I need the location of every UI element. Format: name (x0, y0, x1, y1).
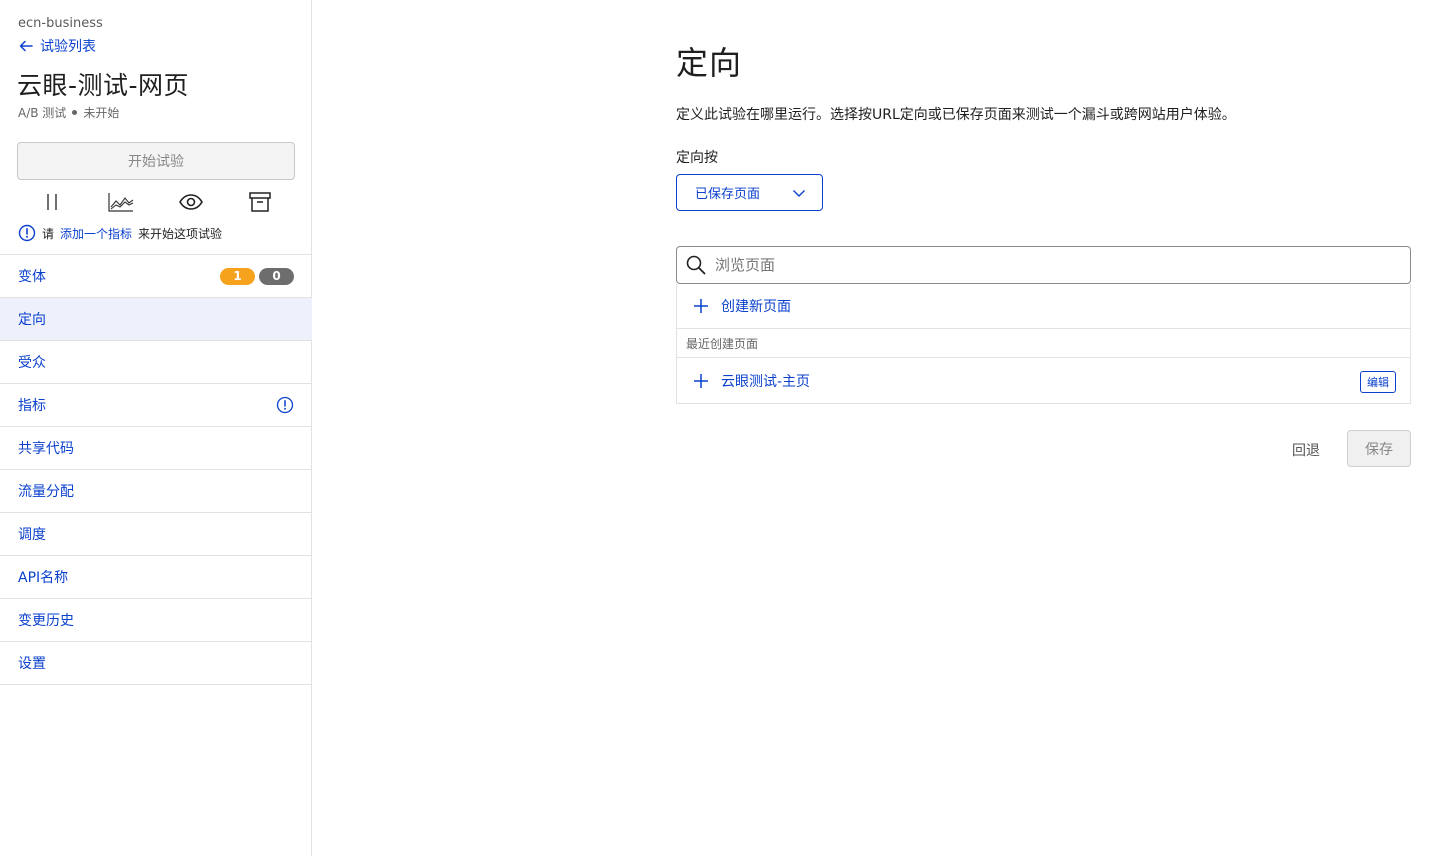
back-to-experiments-link[interactable]: 试验列表 (18, 36, 96, 56)
plus-icon (694, 299, 708, 313)
eye-icon[interactable] (176, 189, 206, 215)
nav-item-traffic-allocation[interactable]: 流量分配 (0, 470, 312, 513)
revert-button[interactable]: 回退 (1292, 440, 1320, 460)
page-search-results: 创建新页面 最近创建页面 云眼测试-主页 编辑 (676, 284, 1411, 404)
target-by-value: 已保存页面 (695, 187, 761, 202)
nav-item-label: 共享代码 (18, 441, 74, 457)
nav-item-targeting[interactable]: 定向 (0, 298, 312, 341)
notice-prefix: 请 (42, 226, 55, 241)
page-search (676, 246, 1411, 284)
page-search-input[interactable] (713, 255, 1410, 275)
edit-page-button[interactable]: 编辑 (1360, 371, 1396, 393)
nav-item-label: API名称 (18, 570, 69, 586)
nav-item-shared-code[interactable]: 共享代码 (0, 427, 312, 470)
chevron-down-icon (793, 189, 805, 197)
nav-item-variations[interactable]: 变体 1 0 (0, 255, 312, 298)
nav-item-label: 指标 (18, 398, 46, 414)
plus-icon (694, 373, 708, 388)
experiment-title: 云眼-测试-网页 (17, 71, 190, 100)
nav-item-change-history[interactable]: 变更历史 (0, 599, 312, 642)
nav-item-label: 调度 (18, 527, 46, 543)
nav-item-label: 受众 (18, 355, 46, 371)
nav-item-label: 变体 (18, 269, 46, 285)
experiment-toolbar (17, 188, 295, 216)
nav-item-audiences[interactable]: 受众 (0, 341, 312, 384)
target-by-dropdown[interactable]: 已保存页面 (676, 174, 823, 211)
start-experiment-button[interactable]: 开始试验 (17, 142, 295, 180)
org-name: ecn-business (18, 16, 103, 31)
nav-item-api-names[interactable]: API名称 (0, 556, 312, 599)
experiment-meta: A/B 测试 未开始 (18, 104, 119, 121)
add-metric-link[interactable]: 添加一个指标 (60, 225, 132, 242)
recent-page-item[interactable]: 云眼测试-主页 编辑 (677, 358, 1410, 403)
archive-icon[interactable] (245, 189, 275, 215)
arrow-left-icon (19, 40, 33, 52)
pause-icon[interactable] (37, 189, 67, 215)
nav-item-label: 流量分配 (18, 484, 74, 500)
page-title: 定向 (676, 44, 743, 82)
experiment-type: A/B 测试 (18, 106, 67, 120)
nav-item-metrics[interactable]: 指标 (0, 384, 312, 427)
sidebar: ecn-business 试验列表 云眼-测试-网页 A/B 测试 未开始 开始… (0, 0, 312, 856)
variation-count-badge: 0 (259, 267, 294, 285)
nav-item-schedule[interactable]: 调度 (0, 513, 312, 556)
create-new-page-option[interactable]: 创建新页面 (677, 284, 1410, 329)
target-by-label: 定向按 (676, 150, 718, 166)
notice-suffix: 来开始这项试验 (138, 226, 223, 241)
nav-item-label: 定向 (18, 312, 46, 328)
variation-count-badge: 1 (220, 267, 255, 285)
recent-page-name: 云眼测试-主页 (721, 373, 811, 390)
start-requirement-notice: 请 添加一个指标 来开始这项试验 (18, 224, 222, 242)
warning-circle-icon (276, 396, 294, 414)
nav-item-settings[interactable]: 设置 (0, 642, 312, 685)
variation-badges: 1 0 (220, 267, 294, 285)
back-link-label: 试验列表 (40, 39, 96, 55)
create-new-page-label: 创建新页面 (721, 299, 791, 315)
nav-item-label: 变更历史 (18, 613, 74, 629)
info-circle-icon (18, 224, 36, 242)
experiment-nav: 变体 1 0 定向 受众 指标 共享代码 流量分配 调度 API名称 变更历史 … (0, 254, 312, 685)
experiment-status: 未开始 (83, 106, 120, 120)
search-icon (686, 255, 706, 275)
chart-icon[interactable] (106, 189, 136, 215)
save-button[interactable]: 保存 (1347, 430, 1411, 467)
nav-item-label: 设置 (18, 656, 46, 672)
recent-pages-heading: 最近创建页面 (677, 329, 1410, 358)
separator-dot (72, 110, 78, 115)
page-description: 定义此试验在哪里运行。选择按URL定向或已保存页面来测试一个漏斗或跨网站用户体验… (676, 107, 1236, 123)
